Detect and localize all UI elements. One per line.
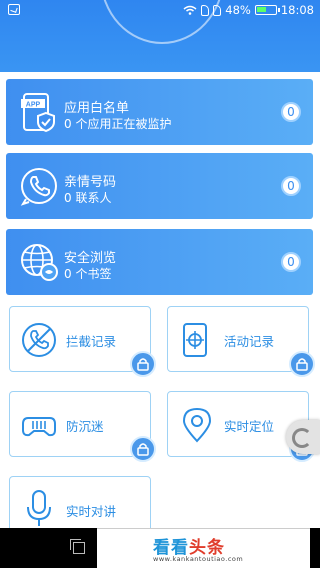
card-app-whitelist[interactable]: APP 应用白名单 0 个应用正在被监护 0 bbox=[6, 79, 313, 145]
blocked-call-icon bbox=[22, 323, 56, 357]
app-icon-text: APP bbox=[26, 102, 41, 109]
recent-apps-icon[interactable] bbox=[70, 539, 85, 554]
lock-icon bbox=[130, 436, 156, 462]
app-shield-icon: APP bbox=[21, 93, 55, 133]
tile-activity-records[interactable]: 活动记录 bbox=[167, 306, 309, 372]
card-subtitle: 0 个应用正在被监护 bbox=[64, 117, 172, 131]
tablet-target-icon bbox=[183, 323, 207, 357]
tile-label: 活动记录 bbox=[224, 334, 275, 349]
tile-label: 拦截记录 bbox=[66, 334, 117, 349]
tile-label: 防沉迷 bbox=[66, 419, 104, 434]
status-bar: 48% 18:08 bbox=[0, 0, 320, 22]
sim2-icon bbox=[213, 4, 222, 16]
wifi-icon bbox=[183, 5, 197, 15]
location-pin-icon bbox=[182, 407, 212, 443]
gallery-icon bbox=[8, 4, 20, 15]
tile-label: 实时定位 bbox=[224, 419, 275, 434]
count-badge: 0 bbox=[281, 176, 301, 196]
card-title: 安全浏览 bbox=[64, 251, 117, 266]
card-subtitle: 0 联系人 bbox=[64, 191, 112, 205]
globe-icon bbox=[21, 244, 58, 281]
tile-realtime-location[interactable]: 实时定位 bbox=[167, 391, 309, 457]
card-safe-browsing[interactable]: 安全浏览 0 个书签 0 bbox=[6, 229, 313, 295]
tile-label: 实时对讲 bbox=[66, 504, 117, 519]
card-title: 亲情号码 bbox=[64, 175, 117, 190]
battery-percent: 48% bbox=[225, 3, 251, 17]
watermark-banner: 看看头条 www.kankantoutiao.com bbox=[97, 528, 310, 568]
lock-icon bbox=[130, 351, 156, 377]
battery-icon bbox=[254, 5, 280, 15]
tile-realtime-intercom[interactable]: 实时对讲 bbox=[9, 476, 151, 536]
status-right: 48% 18:08 bbox=[183, 3, 314, 17]
microphone-icon bbox=[27, 490, 51, 526]
watermark-url: www.kankantoutiao.com bbox=[153, 555, 244, 563]
gamepad-icon bbox=[22, 417, 56, 437]
phone-icon bbox=[20, 168, 57, 206]
navigation-bar: 看看头条 www.kankantoutiao.com bbox=[0, 528, 320, 568]
card-family-numbers[interactable]: 亲情号码 0 联系人 0 bbox=[6, 153, 313, 219]
card-subtitle: 0 个书签 bbox=[64, 267, 112, 281]
sim-icon bbox=[201, 4, 210, 16]
count-badge: 0 bbox=[281, 252, 301, 272]
count-badge: 0 bbox=[281, 102, 301, 122]
lock-icon bbox=[289, 351, 315, 377]
card-title: 应用白名单 bbox=[64, 101, 130, 116]
floating-assist-button[interactable] bbox=[286, 420, 320, 454]
header: 48% 18:08 bbox=[0, 0, 320, 72]
clock: 18:08 bbox=[280, 3, 314, 17]
